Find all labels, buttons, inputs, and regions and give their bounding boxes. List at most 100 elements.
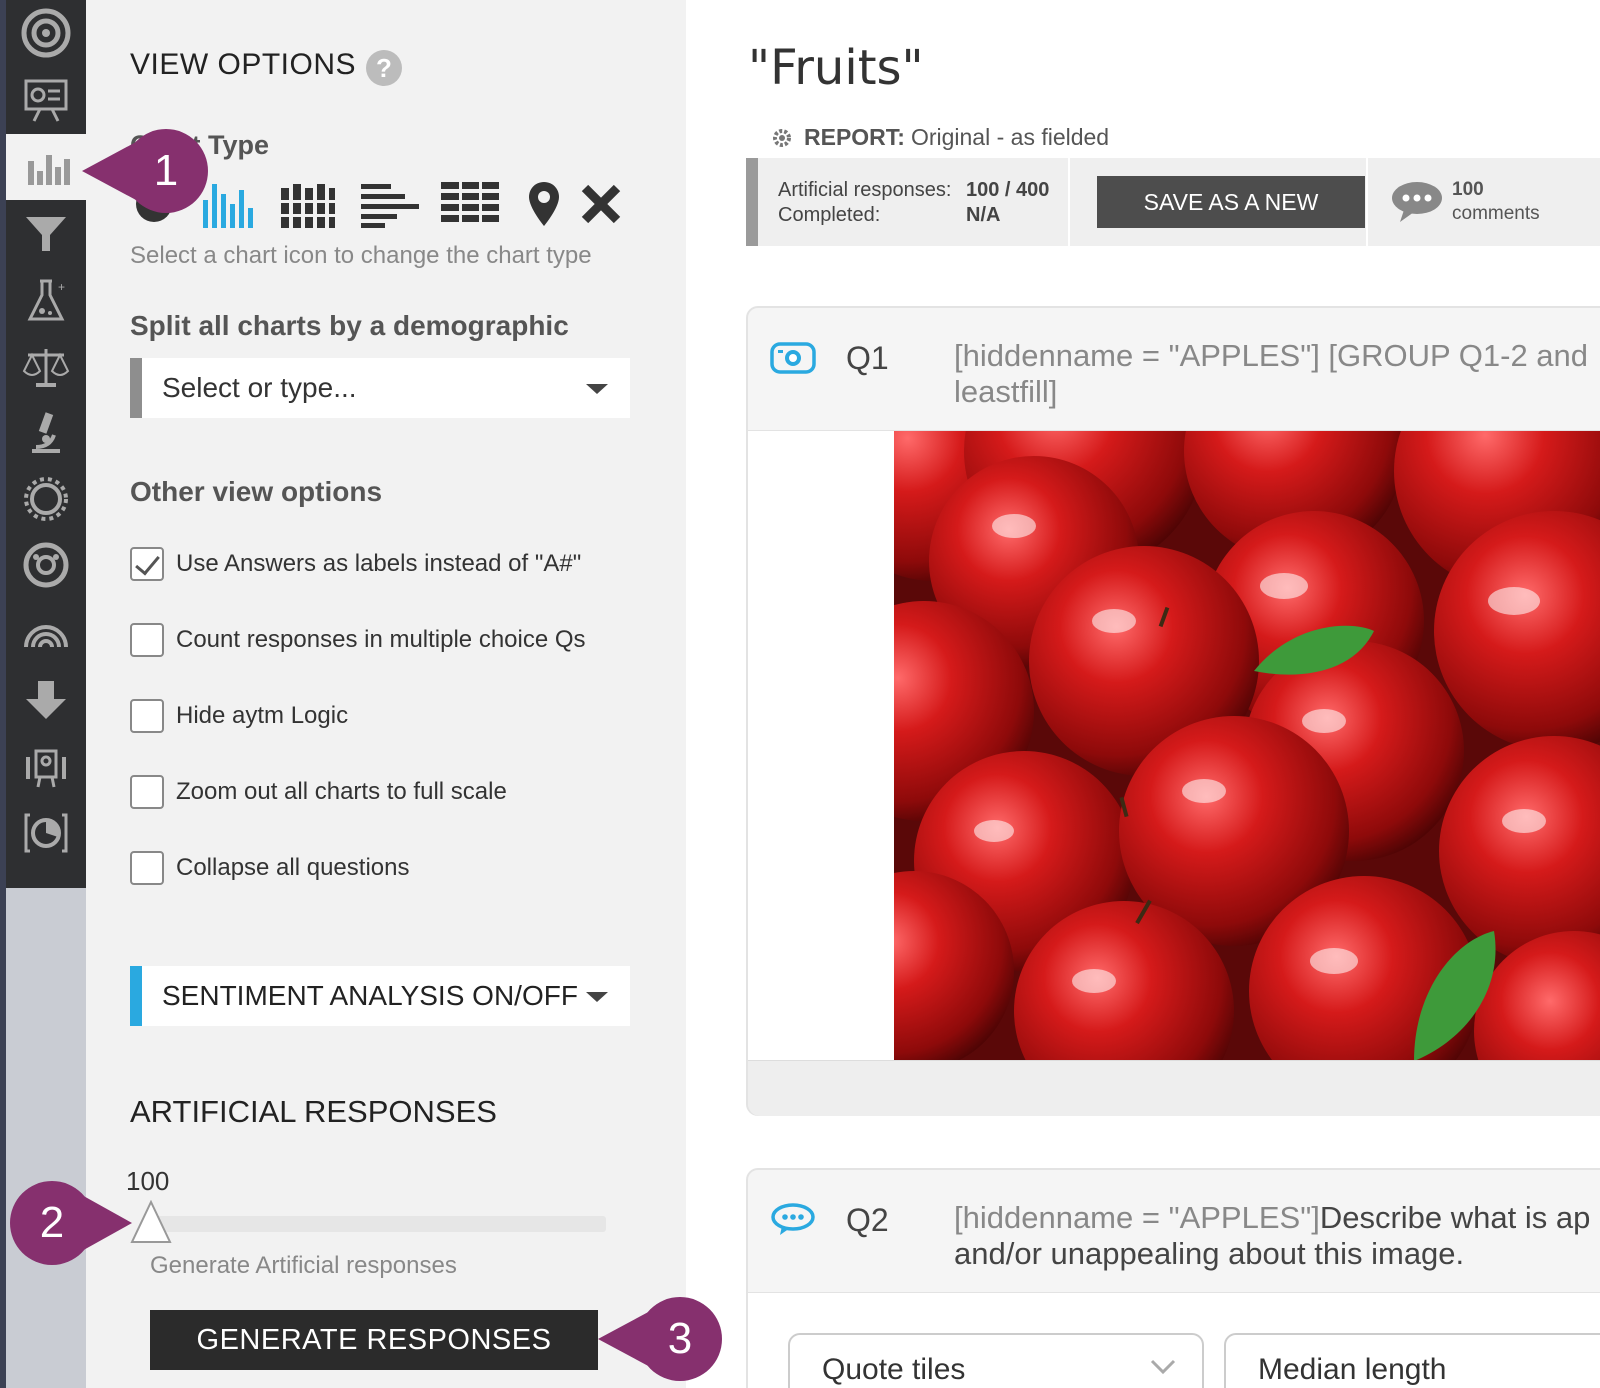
callout-1: 1 [80, 128, 208, 214]
map-pin-icon[interactable] [524, 178, 564, 230]
apples-illustration [894, 431, 1600, 1061]
report-value[interactable]: Original - as fielded [911, 124, 1109, 151]
stat-values: 100 / 400 N/A [966, 178, 1049, 228]
other-view-options-label: Other view options [130, 476, 383, 507]
option-label: Collapse all questions [176, 854, 410, 881]
sentiment-analysis-select[interactable]: SENTIMENT ANALYSIS ON/OFF [130, 966, 630, 1026]
callout-number: 3 [667, 1314, 693, 1363]
stacked-horizontal-bar-icon[interactable] [438, 178, 502, 230]
demographic-select[interactable]: Select or type... [130, 358, 630, 418]
question-text-prefix: [hiddenname = "APPLES"] [954, 1200, 1320, 1235]
option-zoom-out[interactable]: Zoom out all charts to full scale [130, 774, 507, 810]
chevron-down-icon [586, 992, 608, 1002]
rail-target-icon[interactable] [6, 0, 86, 66]
rail-lower-area [6, 888, 86, 1388]
comments-text: 100 comments [1452, 178, 1540, 226]
rail-gauge-icon[interactable] [6, 532, 86, 598]
rail-balance-scale-icon[interactable] [6, 334, 86, 400]
completed-label: Completed: [778, 204, 881, 226]
rainbow-icon [24, 625, 68, 648]
rail-pie-chart-icon[interactable] [6, 800, 86, 866]
pie-chart-icon [24, 813, 68, 853]
chevron-down-icon [1150, 1359, 1176, 1375]
question-number: Q2 [846, 1202, 889, 1238]
artificial-responses-count: 100 / 400 [966, 179, 1050, 201]
report-label: REPORT: [804, 124, 905, 150]
option-label: Zoom out all charts to full scale [176, 778, 507, 805]
report-title: "Fruits" [748, 40, 924, 96]
option-hide-logic[interactable]: Hide aytm Logic [130, 698, 348, 734]
sun-icon [24, 477, 68, 521]
question-text: [hiddenname = "APPLES"]Describe what is … [954, 1200, 1600, 1272]
generate-responses-button[interactable]: GENERATE RESPONSES [150, 1310, 598, 1370]
filter-icon [26, 217, 66, 251]
robot-icon [26, 749, 66, 788]
divider [1366, 158, 1368, 246]
report-line: REPORT: Original - as fielded [770, 124, 1109, 151]
callout-number: 2 [39, 1198, 65, 1247]
option-label: Count responses in multiple choice Qs [176, 626, 586, 653]
rail-presentation-icon[interactable] [6, 66, 86, 132]
stacked-bar-chart-icon[interactable] [278, 178, 338, 230]
rail-robot-icon[interactable] [6, 734, 86, 800]
target-icon [21, 8, 71, 58]
rail-microscope-icon[interactable] [6, 400, 86, 466]
checkbox[interactable] [130, 623, 164, 657]
slider-handle[interactable] [130, 1199, 172, 1244]
horizontal-bar-chart-icon[interactable] [358, 178, 422, 230]
question-card-q2: Q2 [hiddenname = "APPLES"]Describe what … [746, 1168, 1600, 1388]
option-collapse-questions[interactable]: Collapse all questions [130, 850, 409, 886]
question-text: [hiddenname = "APPLES"] [GROUP Q1-2 and … [954, 338, 1589, 409]
chevron-down-icon [586, 384, 608, 394]
vertical-bar-chart-icon[interactable] [200, 178, 260, 230]
report-main: "Fruits" REPORT: Original - as fielded A… [686, 0, 1600, 1388]
rail-bar-chart-icon[interactable] [6, 134, 86, 200]
chart-type-icons [130, 178, 650, 230]
sentiment-select-label: SENTIMENT ANALYSIS ON/OFF [162, 980, 578, 1011]
svg-text:+: + [58, 280, 65, 294]
artificial-responses-title: ARTIFICIAL RESPONSES [130, 1094, 497, 1129]
save-as-new-report-button[interactable]: SAVE AS A NEW REPORT [1097, 176, 1365, 267]
callout-2: 2 [6, 1180, 134, 1266]
flask-icon: + [27, 279, 65, 321]
dropdown-label: Median length [1258, 1353, 1447, 1386]
artificial-responses-slider[interactable] [146, 1216, 606, 1232]
option-count-responses[interactable]: Count responses in multiple choice Qs [130, 622, 586, 658]
balance-scale-icon [22, 349, 70, 387]
checkbox-checked[interactable] [130, 547, 164, 581]
icon-rail: + [6, 0, 86, 888]
median-length-dropdown[interactable]: Median length [1224, 1333, 1600, 1388]
apples-image [894, 431, 1600, 1061]
rail-download-arrow-icon[interactable] [6, 668, 86, 734]
dropdown-label: Quote tiles [822, 1353, 966, 1386]
split-demographic-label: Split all charts by a demographic [130, 310, 569, 341]
option-use-answers-labels[interactable]: Use Answers as labels instead of "A#" [130, 546, 581, 582]
microscope-icon [32, 412, 60, 453]
chart-type-hint: Select a chart icon to change the chart … [130, 242, 592, 269]
help-icon[interactable]: ? [366, 50, 402, 86]
question-number: Q1 [846, 340, 889, 376]
rail-sun-icon[interactable] [6, 466, 86, 532]
checkbox[interactable] [130, 699, 164, 733]
rail-filter-icon[interactable] [6, 200, 86, 266]
comments-link[interactable]: 100 comments [1390, 178, 1540, 226]
close-icon[interactable] [578, 178, 624, 230]
comments-count: 100 [1452, 179, 1484, 200]
question-body [748, 430, 1600, 1061]
quote-tiles-dropdown[interactable]: Quote tiles [788, 1333, 1204, 1388]
artificial-responses-hint: Generate Artificial responses [150, 1252, 457, 1279]
question-header[interactable]: Q1 [hiddenname = "APPLES"] [GROUP Q1-2 a… [748, 308, 1600, 430]
presentation-icon [24, 79, 68, 122]
checkbox[interactable] [130, 851, 164, 885]
callout-3: 3 [596, 1296, 724, 1382]
question-header[interactable]: Q2 [hiddenname = "APPLES"]Describe what … [748, 1170, 1600, 1292]
option-label: Use Answers as labels instead of "A#" [176, 550, 582, 577]
rail-rainbow-icon[interactable] [6, 600, 86, 666]
callout-number: 1 [153, 146, 179, 195]
checkbox[interactable] [130, 775, 164, 809]
speech-bubble-icon [771, 1203, 815, 1235]
rail-flask-icon[interactable]: + [6, 268, 86, 334]
bar-chart-icon [28, 155, 70, 185]
demographic-select-placeholder: Select or type... [162, 372, 357, 403]
gauge-icon [23, 542, 69, 588]
